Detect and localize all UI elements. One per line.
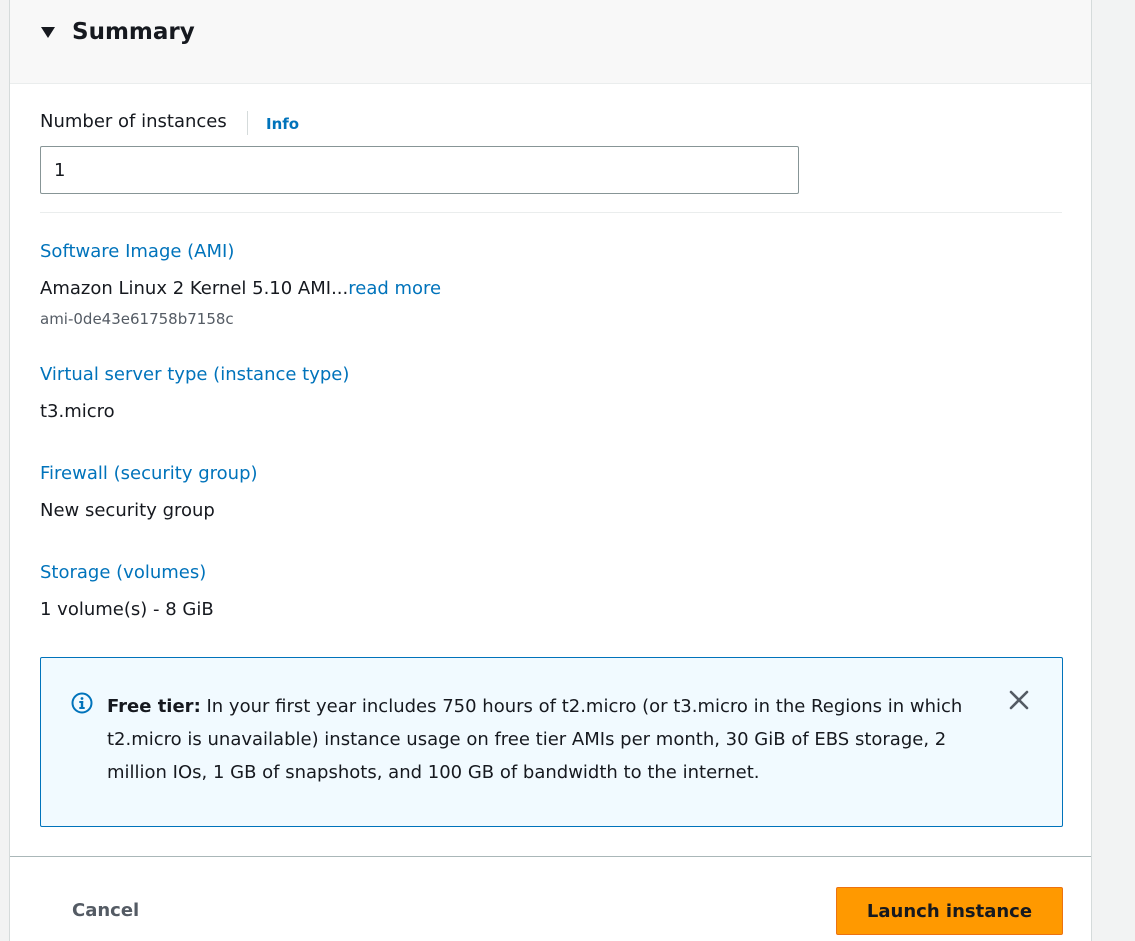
caret-down-icon[interactable] [41, 27, 55, 38]
info-separator [247, 111, 248, 135]
footer-divider [10, 856, 1091, 857]
storage-link[interactable]: Storage (volumes) [40, 561, 206, 585]
info-circle-icon [71, 692, 93, 714]
firewall-link[interactable]: Firewall (security group) [40, 462, 258, 486]
instances-input[interactable] [40, 146, 799, 194]
section-divider [40, 212, 1062, 213]
free-tier-text: In your first year includes 750 hours of… [107, 696, 963, 783]
free-tier-message: Free tier: In your first year includes 7… [107, 690, 967, 789]
launch-instance-button[interactable]: Launch instance [836, 887, 1063, 935]
instance-type-value: t3.micro [40, 401, 115, 422]
ami-name-text: Amazon Linux 2 Kernel 5.10 AMI... [40, 278, 349, 299]
ami-name: Amazon Linux 2 Kernel 5.10 AMI...read mo… [40, 277, 441, 301]
instances-label: Number of instances [40, 111, 227, 132]
summary-header[interactable]: Summary [10, 0, 1091, 84]
close-icon[interactable] [1005, 686, 1033, 714]
summary-title: Summary [72, 19, 195, 45]
cancel-button[interactable]: Cancel [50, 887, 161, 935]
info-link[interactable]: Info [266, 113, 299, 135]
read-more-link[interactable]: read more [348, 278, 441, 299]
storage-value: 1 volume(s) - 8 GiB [40, 599, 214, 620]
firewall-value: New security group [40, 500, 215, 521]
free-tier-title: Free tier: [107, 696, 201, 717]
summary-panel: Summary Number of instances Info Softwar… [9, 0, 1092, 941]
ami-link[interactable]: Software Image (AMI) [40, 240, 234, 264]
instance-type-link[interactable]: Virtual server type (instance type) [40, 363, 349, 387]
ami-id: ami-0de43e61758b7158c [40, 310, 234, 328]
free-tier-alert: Free tier: In your first year includes 7… [40, 657, 1063, 827]
